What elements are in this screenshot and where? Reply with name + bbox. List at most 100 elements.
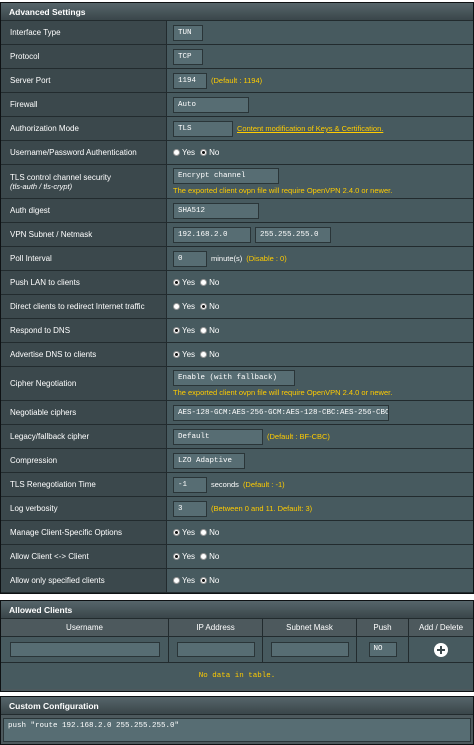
- push-lan-row: Push LAN to clients Yes No: [1, 271, 473, 295]
- interface-type-select[interactable]: TUN: [173, 24, 203, 41]
- negotiable-ciphers-label: Negotiable ciphers: [1, 401, 167, 424]
- col-subnet-mask: Subnet Mask: [263, 619, 357, 636]
- interface-type-row: Interface Type TUN: [1, 21, 473, 45]
- respond-dns-no-label: No: [209, 326, 220, 335]
- poll-interval-input[interactable]: 0: [173, 250, 207, 267]
- client-to-client-no-radio[interactable]: [200, 553, 208, 560]
- tls-reneg-hint: (Default : -1): [242, 480, 285, 489]
- tls-control-select[interactable]: Encrypt channel: [173, 168, 279, 184]
- vpn-subnet-row: VPN Subnet / Netmask 192.168.2.0 255.255…: [1, 223, 473, 247]
- manage-client-no-label: No: [209, 528, 220, 537]
- advertise-dns-no-label: No: [209, 350, 220, 359]
- vpn-subnet-label: VPN Subnet / Netmask: [1, 223, 167, 246]
- negotiable-ciphers-row: Negotiable ciphers AES-128-GCM:AES-256-G…: [1, 401, 473, 425]
- tls-reneg-unit: seconds: [211, 480, 239, 489]
- advertise-dns-row: Advertise DNS to clients Yes No: [1, 343, 473, 367]
- tls-reneg-row: TLS Renegotiation Time -1 seconds (Defau…: [1, 473, 473, 497]
- respond-dns-yes-label: Yes: [182, 326, 196, 335]
- username-input[interactable]: [9, 642, 160, 657]
- client-to-client-label: Allow Client <-> Client: [1, 545, 167, 568]
- client-to-client-yes-label: Yes: [182, 552, 196, 561]
- direct-clients-label: Direct clients to redirect Internet traf…: [1, 295, 167, 318]
- push-lan-label: Push LAN to clients: [1, 271, 167, 294]
- respond-dns-no-radio[interactable]: [200, 327, 208, 334]
- client-to-client-yes-radio[interactable]: [173, 553, 180, 560]
- empty-table-message: No data in table.: [1, 663, 473, 689]
- advertise-dns-yes-radio[interactable]: [173, 351, 180, 358]
- firewall-select[interactable]: Auto: [173, 96, 249, 113]
- userpass-row: Username/Password Authentication Yes No: [1, 141, 473, 165]
- userpass-yes-label: Yes: [182, 148, 196, 157]
- vpn-netmask-input[interactable]: 255.255.255.0: [255, 226, 331, 243]
- subnet-mask-input[interactable]: [270, 642, 349, 657]
- auth-digest-label: Auth digest: [1, 199, 167, 222]
- poll-interval-label: Poll Interval: [1, 247, 167, 270]
- cipher-negotiation-select[interactable]: Enable (with fallback): [173, 370, 295, 386]
- compression-select[interactable]: LZO Adaptive: [173, 452, 245, 469]
- userpass-no-radio[interactable]: [200, 149, 208, 156]
- legacy-cipher-hint: (Default : BF-CBC): [267, 432, 330, 441]
- manage-client-no-radio[interactable]: [200, 529, 208, 536]
- respond-dns-yes-radio[interactable]: [173, 327, 180, 334]
- auth-mode-select[interactable]: TLS: [173, 120, 233, 137]
- respond-dns-row: Respond to DNS Yes No: [1, 319, 473, 343]
- manage-client-label: Manage Client-Specific Options: [1, 521, 167, 544]
- auth-mode-row: Authorization Mode TLS Content modificat…: [1, 117, 473, 141]
- keys-certification-link[interactable]: Content modification of Keys & Certifica…: [237, 124, 383, 133]
- allowed-clients-panel: Allowed Clients Username IP Address Subn…: [0, 600, 474, 692]
- allowed-clients-input-row: NO: [1, 637, 473, 663]
- direct-clients-yes-label: Yes: [182, 302, 196, 311]
- auth-digest-row: Auth digest SHA512: [1, 199, 473, 223]
- direct-clients-no-radio[interactable]: [200, 303, 208, 310]
- allowed-clients-header: Username IP Address Subnet Mask Push Add…: [1, 619, 473, 637]
- server-port-hint: (Default : 1194): [211, 76, 263, 85]
- push-lan-yes-label: Yes: [182, 278, 196, 287]
- advertise-dns-label: Advertise DNS to clients: [1, 343, 167, 366]
- add-icon[interactable]: [434, 642, 448, 657]
- userpass-no-label: No: [209, 148, 220, 157]
- push-lan-yes-radio[interactable]: [173, 279, 180, 286]
- auth-digest-select[interactable]: SHA512: [173, 202, 259, 219]
- cipher-negotiation-hint: The exported client ovpn file will requi…: [173, 388, 393, 397]
- cipher-negotiation-row: Cipher Negotiation Enable (with fallback…: [1, 367, 473, 401]
- direct-clients-yes-radio[interactable]: [173, 303, 180, 310]
- col-push: Push: [357, 619, 409, 636]
- compression-label: Compression: [1, 449, 167, 472]
- manage-client-yes-radio[interactable]: [173, 529, 180, 536]
- protocol-select[interactable]: TCP: [173, 48, 203, 65]
- advertise-dns-no-radio[interactable]: [200, 351, 208, 358]
- tls-control-label: TLS control channel security: [10, 172, 111, 182]
- push-select[interactable]: NO: [368, 642, 397, 657]
- server-port-row: Server Port 1194 (Default : 1194): [1, 69, 473, 93]
- manage-client-row: Manage Client-Specific Options Yes No: [1, 521, 473, 545]
- push-lan-no-label: No: [209, 278, 220, 287]
- only-specified-yes-radio[interactable]: [173, 577, 180, 584]
- respond-dns-label: Respond to DNS: [1, 319, 167, 342]
- poll-interval-hint: (Disable : 0): [246, 254, 287, 263]
- advertise-dns-yes-label: Yes: [182, 350, 196, 359]
- advanced-settings-title: Advanced Settings: [1, 3, 473, 21]
- direct-clients-no-label: No: [209, 302, 220, 311]
- vpn-subnet-input[interactable]: 192.168.2.0: [173, 226, 251, 243]
- only-specified-label: Allow only specified clients: [1, 569, 167, 592]
- log-verbosity-label: Log verbosity: [1, 497, 167, 520]
- negotiable-ciphers-input[interactable]: AES-128-GCM:AES-256-GCM:AES-128-CBC:AES-…: [173, 404, 389, 421]
- poll-interval-unit: minute(s): [211, 254, 243, 263]
- legacy-cipher-select[interactable]: Default: [173, 428, 263, 445]
- push-lan-no-radio[interactable]: [200, 279, 208, 286]
- tls-reneg-label: TLS Renegotiation Time: [1, 473, 167, 496]
- tls-reneg-input[interactable]: -1: [173, 476, 207, 493]
- poll-interval-row: Poll Interval 0 minute(s) (Disable : 0): [1, 247, 473, 271]
- log-verbosity-row: Log verbosity 3 (Between 0 and 11. Defau…: [1, 497, 473, 521]
- col-username: Username: [1, 619, 169, 636]
- only-specified-no-radio[interactable]: [200, 577, 208, 584]
- userpass-yes-radio[interactable]: [173, 149, 180, 156]
- col-ip-address: IP Address: [169, 619, 263, 636]
- userpass-label: Username/Password Authentication: [1, 141, 167, 164]
- custom-configuration-textarea[interactable]: push "route 192.168.2.0 255.255.255.0": [3, 718, 471, 742]
- col-add-delete: Add / Delete: [418, 623, 464, 632]
- auth-mode-label: Authorization Mode: [1, 117, 167, 140]
- log-verbosity-input[interactable]: 3: [173, 500, 207, 517]
- server-port-input[interactable]: 1194: [173, 72, 207, 89]
- ip-address-input[interactable]: [176, 642, 255, 657]
